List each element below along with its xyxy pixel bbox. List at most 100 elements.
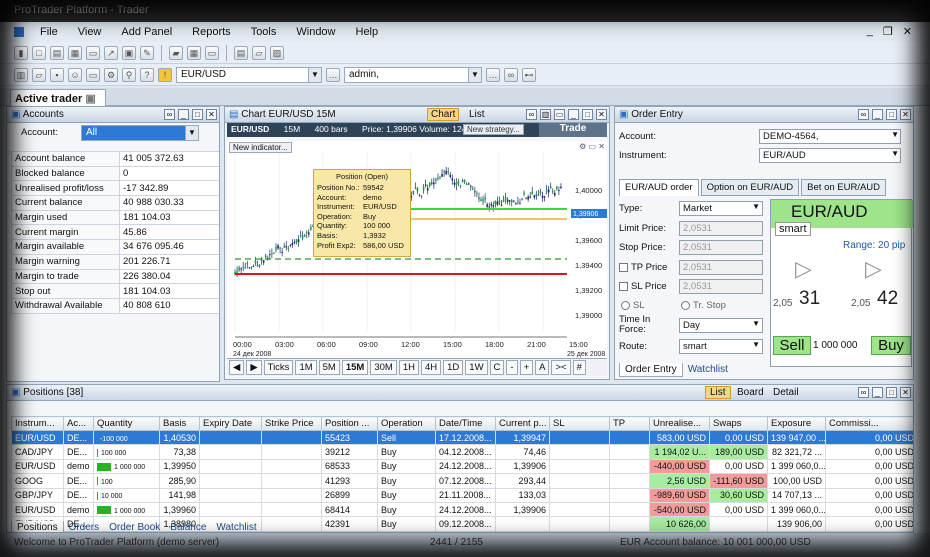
- amount-input[interactable]: 1 000 000: [813, 340, 869, 351]
- new-window-icon[interactable]: □: [32, 45, 46, 60]
- tab-active-trader[interactable]: Active trader ▣: [10, 89, 106, 106]
- image-icon[interactable]: ▨: [270, 45, 284, 60]
- minimize-icon[interactable]: _: [178, 109, 189, 120]
- sl-checkbox-box[interactable]: [619, 281, 628, 291]
- trade-button[interactable]: Trade: [539, 123, 607, 137]
- restore-icon[interactable]: ❐: [883, 25, 893, 38]
- tab-watchlist[interactable]: Watchlist: [683, 363, 733, 377]
- tp-checkbox-box[interactable]: [619, 262, 628, 272]
- tab-order-book[interactable]: Order Book: [104, 521, 165, 532]
- new-strategy-button[interactable]: New strategy...: [463, 124, 524, 135]
- column-header[interactable]: Quantity: [93, 416, 160, 431]
- grid-icon[interactable]: ▦: [187, 45, 201, 60]
- column-header[interactable]: Commissi...: [825, 416, 913, 431]
- notes-icon[interactable]: ✎: [140, 45, 154, 60]
- candles-icon[interactable]: ▮: [14, 45, 28, 60]
- table-row[interactable]: CAD/JPY DE... 100 000 73,38 39212 Buy 04.12.20…: [11, 444, 913, 460]
- tab-eur-aud-order[interactable]: EUR/AUD order: [619, 179, 699, 196]
- trstop-radio[interactable]: Tr. Stop: [681, 300, 726, 311]
- auto-scale-button[interactable]: A: [535, 360, 550, 375]
- maximize-icon[interactable]: □: [886, 387, 897, 398]
- tab-chart[interactable]: Chart: [427, 108, 460, 121]
- chart-area[interactable]: 1,400001,398001,396001,394001,392001,390…: [227, 141, 607, 365]
- close-icon[interactable]: ✕: [900, 387, 911, 398]
- maximize-icon[interactable]: □: [192, 109, 203, 120]
- column-header[interactable]: Date/Time: [435, 416, 496, 431]
- menu-add-panel[interactable]: Add Panel: [111, 26, 182, 38]
- calculator-icon[interactable]: ▤: [234, 45, 248, 60]
- tab-orders[interactable]: Orders: [64, 521, 105, 532]
- column-header[interactable]: Operation: [377, 416, 436, 431]
- monitor-icon[interactable]: ▭: [205, 45, 219, 60]
- tp-checkbox[interactable]: TP Price: [619, 262, 667, 273]
- alert-icon[interactable]: !: [158, 67, 172, 82]
- minimize-icon[interactable]: _: [867, 25, 873, 38]
- account-filter-select[interactable]: All ▼: [81, 125, 199, 141]
- sl-radio-circle[interactable]: [621, 300, 630, 310]
- undock-icon[interactable]: ▭: [554, 109, 565, 120]
- column-header[interactable]: Unrealise...: [649, 416, 710, 431]
- chart-icon[interactable]: ▤: [50, 45, 64, 60]
- menu-window[interactable]: Window: [286, 26, 345, 38]
- sl-checkbox[interactable]: SL Price: [619, 281, 667, 292]
- column-header[interactable]: Ac...: [63, 416, 94, 431]
- briefcase-icon[interactable]: ▰: [169, 45, 183, 60]
- shift-button[interactable]: ><: [551, 360, 571, 375]
- tab-order-entry[interactable]: Order Entry: [619, 363, 683, 377]
- tab-balance[interactable]: Balance: [165, 521, 211, 532]
- new-indicator-button[interactable]: New indicator...: [229, 142, 292, 153]
- news-icon[interactable]: ▣: [122, 45, 136, 60]
- zoom-in-button[interactable]: +: [519, 360, 534, 375]
- scroll-left-icon[interactable]: ◀: [229, 360, 245, 375]
- sell-button[interactable]: Sell: [773, 336, 811, 355]
- close-icon[interactable]: ✕: [596, 109, 607, 120]
- sl-radio[interactable]: SL: [621, 300, 645, 311]
- period-button[interactable]: 15M: [341, 360, 369, 375]
- menu-reports[interactable]: Reports: [182, 26, 241, 38]
- table-row[interactable]: GOOG DE... 100 285,90 41293 Buy 07.12.2008... 2…: [11, 473, 913, 489]
- orders-icon[interactable]: ▦: [68, 45, 82, 60]
- open-folder-icon[interactable]: ▱: [32, 67, 46, 82]
- tab-bet[interactable]: Bet on EUR/AUD: [801, 179, 887, 196]
- column-header[interactable]: Exposure: [767, 416, 826, 431]
- link-icon[interactable]: ∞: [526, 109, 537, 120]
- link-icon[interactable]: ∞: [504, 67, 518, 82]
- column-header[interactable]: SL: [549, 416, 610, 431]
- stop-price-input[interactable]: 2,0531: [679, 240, 763, 255]
- sl-price-input[interactable]: 2,0531: [679, 279, 763, 294]
- symbol-select[interactable]: EUR/USD ▼: [176, 66, 322, 83]
- settings-icon[interactable]: ⚙: [104, 67, 118, 82]
- account-lookup-icon[interactable]: …: [486, 67, 500, 82]
- column-header[interactable]: Basis: [159, 416, 200, 431]
- column-header[interactable]: Swaps: [709, 416, 768, 431]
- order-type-select[interactable]: Market ▼: [679, 201, 763, 216]
- users-icon[interactable]: ☺: [68, 67, 82, 82]
- maximize-icon[interactable]: □: [582, 109, 593, 120]
- tab-list[interactable]: List: [469, 109, 485, 120]
- column-header[interactable]: Strike Price: [261, 416, 322, 431]
- tp-price-input[interactable]: 2,0531: [679, 260, 763, 275]
- limit-price-input[interactable]: 2,0531: [679, 221, 763, 236]
- minimize-icon[interactable]: _: [872, 387, 883, 398]
- layout-icon[interactable]: ▥: [14, 67, 28, 82]
- menu-help[interactable]: Help: [346, 26, 389, 38]
- link-icon[interactable]: ∞: [858, 387, 869, 398]
- period-button[interactable]: 1W: [465, 360, 488, 375]
- maximize-icon[interactable]: □: [886, 109, 897, 120]
- grid-button[interactable]: #: [572, 360, 586, 375]
- column-header[interactable]: Current p...: [495, 416, 550, 431]
- folder-chart-icon[interactable]: ▱: [252, 45, 266, 60]
- minimize-icon[interactable]: _: [568, 109, 579, 120]
- trstop-radio-circle[interactable]: [681, 300, 690, 310]
- chain-icon[interactable]: ⊷: [522, 67, 536, 82]
- table-row[interactable]: EUR/USD DE... -100 000 1,40530 55423 Sell 17.1…: [11, 429, 913, 446]
- close-icon[interactable]: ✕: [206, 109, 217, 120]
- table-row[interactable]: EUR/USD demo 1 000 000 1,39950 68533 Buy 24.12…: [11, 458, 913, 475]
- table-row[interactable]: EUR/USD demo 1 000 000 1,39960 68414 Buy 24.12…: [11, 501, 913, 518]
- column-header[interactable]: Expiry Date: [199, 416, 262, 431]
- column-header[interactable]: TP: [609, 416, 650, 431]
- period-button[interactable]: C: [489, 360, 505, 375]
- help-icon[interactable]: ?: [140, 67, 154, 82]
- period-button[interactable]: 4H: [420, 360, 442, 375]
- account-select[interactable]: admin, ▼: [344, 66, 482, 83]
